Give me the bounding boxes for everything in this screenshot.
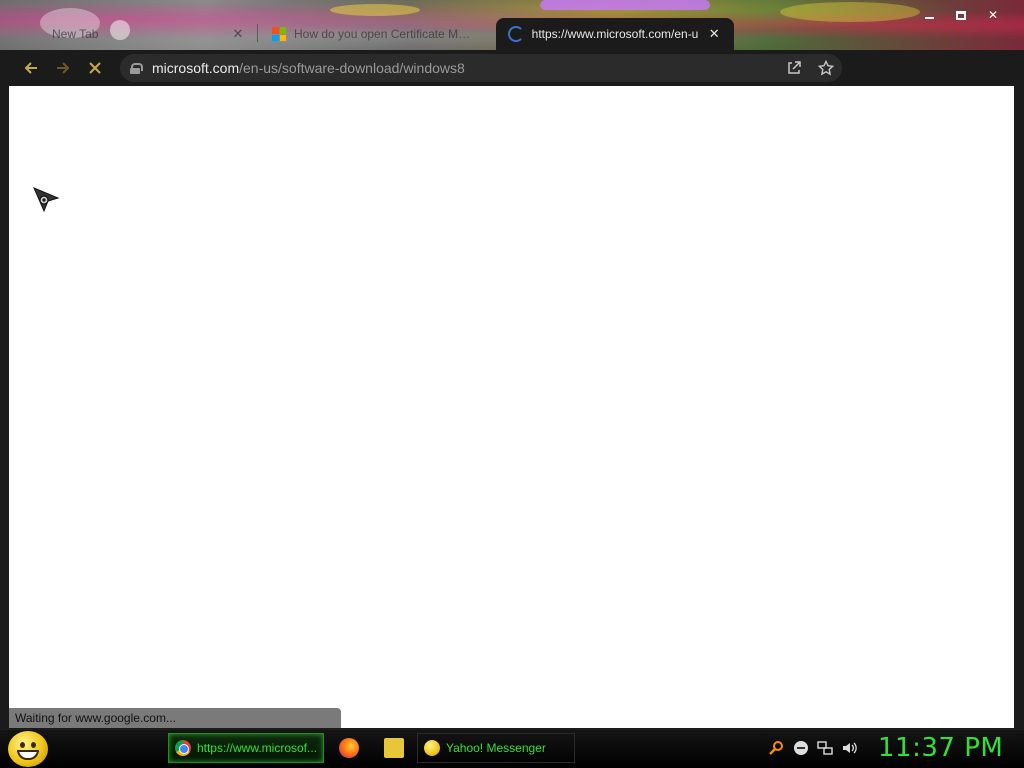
url-host: microsoft.com bbox=[152, 60, 240, 76]
close-icon[interactable]: ✕ bbox=[706, 26, 722, 42]
page-content[interactable] bbox=[9, 86, 1014, 728]
tab-title: https://www.microsoft.com/en-u bbox=[531, 27, 699, 41]
taskbar-item-chrome[interactable]: https://www.microsof... bbox=[168, 733, 324, 763]
minimize-button[interactable] bbox=[916, 6, 942, 24]
taskbar-item-yahoo-messenger[interactable]: Yahoo! Messenger bbox=[417, 733, 575, 763]
back-button[interactable] bbox=[16, 53, 46, 83]
close-window-button[interactable]: ✕ bbox=[980, 6, 1006, 24]
folder-icon[interactable] bbox=[384, 738, 404, 758]
taskbar-item-label: https://www.microsof... bbox=[196, 741, 317, 755]
window-border-right bbox=[1014, 86, 1024, 730]
url-path: /en-us/software-download/windows8 bbox=[239, 60, 465, 76]
window-controls: ✕ bbox=[916, 6, 1006, 24]
close-icon[interactable]: ✕ bbox=[230, 26, 246, 42]
status-bubble: Waiting for www.google.com... bbox=[9, 708, 341, 728]
arrow-left-icon bbox=[24, 62, 37, 74]
share-icon[interactable] bbox=[784, 58, 804, 78]
tab-new-tab[interactable]: New Tab ✕ bbox=[18, 18, 258, 50]
tab-strip: New Tab ✕ How do you open Certificate Ma… bbox=[0, 0, 1024, 50]
browser-window: New Tab ✕ How do you open Certificate Ma… bbox=[0, 0, 1024, 730]
system-clock[interactable]: 11:37 PM bbox=[878, 733, 1003, 763]
lock-icon[interactable] bbox=[130, 62, 143, 74]
mouse-cursor-icon bbox=[33, 187, 60, 213]
tab-title: New Tab bbox=[52, 27, 99, 41]
tab-certificate-manager[interactable]: How do you open Certificate Ma... bbox=[260, 18, 494, 50]
stop-loading-button[interactable] bbox=[80, 53, 110, 83]
taskbar-item-label: Yahoo! Messenger bbox=[446, 741, 546, 755]
maximize-button[interactable] bbox=[948, 6, 974, 24]
tab-microsoft-download[interactable]: https://www.microsoft.com/en-u ✕ bbox=[496, 18, 734, 50]
firefox-icon[interactable] bbox=[339, 738, 359, 758]
microsoft-logo-icon bbox=[272, 27, 286, 41]
volume-icon[interactable] bbox=[841, 740, 857, 756]
chrome-icon bbox=[175, 740, 191, 756]
network-icon[interactable] bbox=[817, 740, 833, 756]
forward-button[interactable] bbox=[48, 53, 78, 83]
tab-title: How do you open Certificate Ma... bbox=[294, 27, 474, 41]
arrow-right-icon bbox=[57, 62, 70, 74]
bookmark-star-icon[interactable] bbox=[816, 58, 836, 78]
address-bar[interactable]: microsoft.com /en-us/software-download/w… bbox=[120, 54, 842, 82]
search-icon[interactable] bbox=[768, 740, 784, 756]
x-stop-icon bbox=[89, 62, 101, 74]
browser-toolbar: microsoft.com /en-us/software-download/w… bbox=[0, 50, 1024, 129]
loading-spinner-icon bbox=[508, 26, 524, 42]
yahoo-messenger-icon bbox=[424, 740, 440, 756]
window-border-left bbox=[0, 86, 9, 730]
status-minus-icon[interactable] bbox=[793, 740, 809, 756]
start-button-smiley-icon[interactable] bbox=[8, 731, 48, 767]
